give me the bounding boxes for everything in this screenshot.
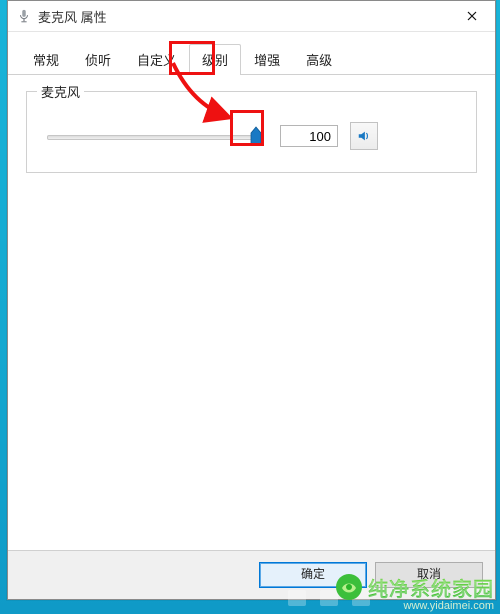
watermark: 纯净系统家园 www.yidaimei.com [368, 573, 494, 612]
microphone-properties-window: 麦克风 属性 常规 侦听 自定义 级别 增强 高级 麦克风 [7, 0, 496, 600]
titlebar: 麦克风 属性 [8, 1, 495, 32]
tab-label: 增强 [254, 53, 280, 68]
microphone-level-group: 麦克风 [26, 91, 477, 173]
tab-strip: 常规 侦听 自定义 级别 增强 高级 [8, 32, 495, 75]
group-label: 麦克风 [37, 82, 84, 101]
microphone-icon [16, 8, 32, 24]
tab-listen[interactable]: 侦听 [72, 44, 124, 75]
tab-label: 常规 [33, 53, 59, 68]
watermark-logo-icon [334, 572, 364, 602]
mute-toggle-button[interactable] [350, 122, 378, 150]
tab-label: 自定义 [137, 53, 176, 68]
tab-content-levels: 麦克风 [8, 75, 495, 545]
tab-label: 高级 [306, 53, 332, 68]
tab-enhancements[interactable]: 增强 [241, 44, 293, 75]
button-label: 确定 [301, 567, 325, 581]
microphone-volume-value[interactable] [280, 125, 338, 147]
tab-general[interactable]: 常规 [20, 44, 72, 75]
watermark-text: 纯净系统家园 [368, 573, 494, 602]
tab-label: 级别 [202, 53, 228, 68]
tab-label: 侦听 [85, 53, 111, 68]
watermark-url: www.yidaimei.com [368, 600, 494, 612]
tab-custom[interactable]: 自定义 [124, 44, 189, 75]
window-title: 麦克风 属性 [38, 7, 449, 26]
close-button[interactable] [449, 1, 495, 31]
tab-advanced[interactable]: 高级 [293, 44, 345, 75]
slider-thumb[interactable] [250, 126, 262, 146]
microphone-volume-slider[interactable] [47, 128, 262, 144]
tab-levels[interactable]: 级别 [189, 44, 241, 75]
